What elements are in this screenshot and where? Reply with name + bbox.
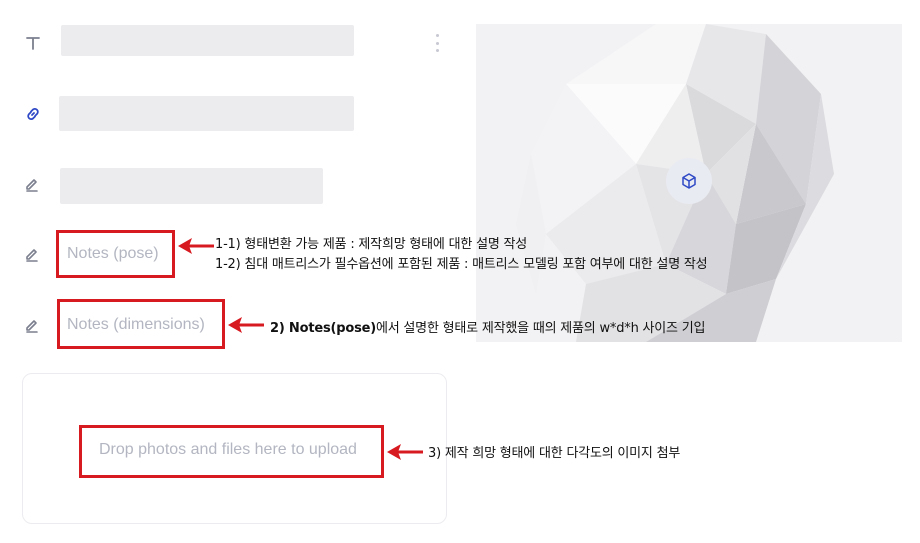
arrow-dimensions bbox=[228, 317, 264, 333]
cube-icon[interactable] bbox=[666, 158, 712, 204]
arrow-pose bbox=[178, 238, 214, 254]
link-icon bbox=[23, 104, 43, 124]
notes-pose-highlight bbox=[56, 230, 175, 278]
annotation-pose-line2: 1-2) 침대 매트리스가 필수옵션에 포함된 제품 : 매트리스 모델링 포함… bbox=[215, 257, 708, 272]
pencil-icon bbox=[22, 244, 42, 264]
text-field-value[interactable] bbox=[60, 168, 323, 204]
link-field-value[interactable] bbox=[59, 96, 354, 131]
title-field-value[interactable] bbox=[61, 25, 354, 56]
annotation-pose-line1: 1-1) 형태변환 가능 제품 : 제작희망 형태에 대한 설명 작성 bbox=[215, 237, 528, 252]
kebab-menu-icon[interactable] bbox=[430, 34, 444, 52]
arrow-upload bbox=[387, 444, 423, 460]
annotation-dimensions-bold: 2) Notes(pose) bbox=[270, 321, 376, 336]
pencil-icon bbox=[22, 174, 42, 194]
pencil-icon bbox=[22, 315, 42, 335]
annotation-dimensions-rest: 에서 설명한 형태로 제작했을 때의 제품의 w*d*h 사이즈 기입 bbox=[375, 321, 706, 336]
notes-dimensions-highlight bbox=[57, 299, 225, 349]
annotation-upload: 3) 제작 희망 형태에 대한 다각도의 이미지 첨부 bbox=[428, 446, 681, 461]
annotation-dimensions: 2) Notes(pose)에서 설명한 형태로 제작했을 때의 제품의 w*d… bbox=[270, 317, 705, 336]
text-icon bbox=[23, 33, 43, 53]
upload-highlight bbox=[79, 425, 384, 478]
